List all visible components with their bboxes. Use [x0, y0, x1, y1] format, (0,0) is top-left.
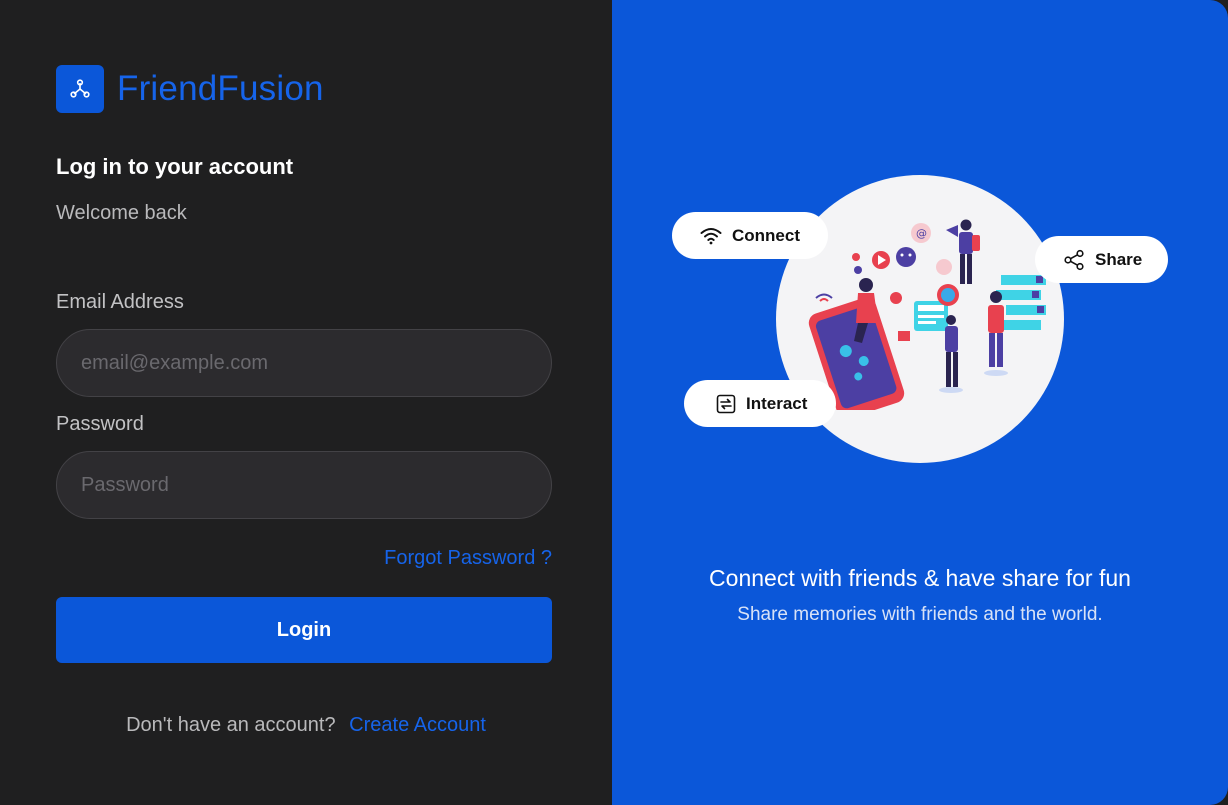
signup-prompt: Don't have an account? — [126, 714, 336, 736]
page-subtitle: Welcome back — [56, 202, 187, 224]
interact-label: Interact — [746, 393, 808, 413]
connect-label: Connect — [732, 225, 800, 245]
connect-pill: Connect — [672, 212, 828, 259]
login-panel: FriendFusion Log in to your account Welc… — [0, 0, 612, 805]
brand-name: FriendFusion — [117, 69, 324, 108]
share-label: Share — [1095, 249, 1143, 269]
login-button[interactable]: Login — [56, 597, 552, 663]
network-nodes-icon — [56, 65, 104, 113]
email-field[interactable] — [56, 329, 552, 397]
share-icon — [1064, 249, 1084, 270]
brand: FriendFusion — [56, 65, 324, 113]
hero-panel: @ Connect Share Interact Connect with fr… — [612, 0, 1228, 805]
page-title: Log in to your account — [56, 154, 294, 179]
hero-tagline: Connect with friends & have share for fu… — [709, 565, 1131, 591]
wifi-icon — [700, 227, 722, 244]
social-media-illustration: @ — [808, 219, 1046, 410]
svg-text:@: @ — [916, 227, 927, 240]
hero-subtagline: Share memories with friends and the worl… — [737, 604, 1103, 625]
forgot-password-link[interactable]: Forgot Password ? — [384, 547, 552, 570]
password-field[interactable] — [56, 451, 552, 519]
share-pill: Share — [1035, 236, 1168, 283]
signup-row: Don't have an account? Create Account — [0, 714, 612, 737]
create-account-link[interactable]: Create Account — [349, 714, 486, 736]
password-label: Password — [56, 413, 144, 435]
login-page: FriendFusion Log in to your account Welc… — [0, 0, 1228, 805]
email-label: Email Address — [56, 291, 184, 313]
interact-pill: Interact — [684, 380, 836, 427]
repeat-icon — [716, 394, 736, 413]
